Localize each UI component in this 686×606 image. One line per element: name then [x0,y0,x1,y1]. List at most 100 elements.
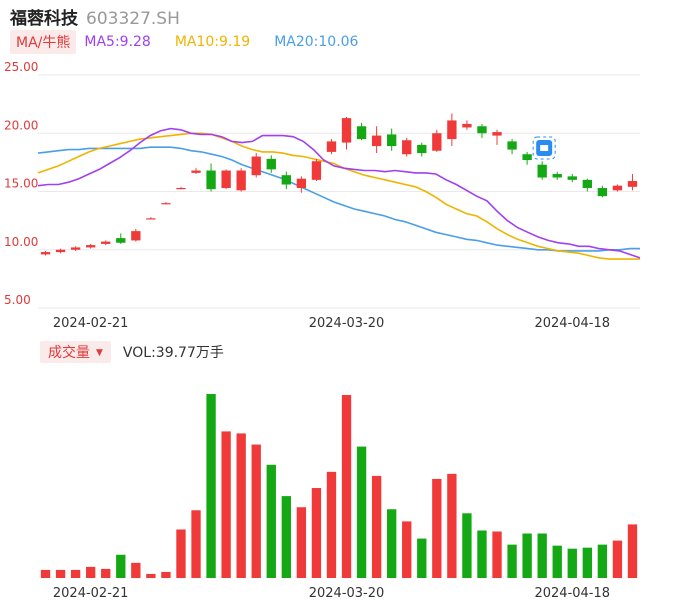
candle-body [492,132,502,136]
x-tick-label: 2024-02-21 [53,586,129,601]
candle-body [627,181,638,187]
kline-y-axis: 25.00 20.00 15.00 10.00 5.00 [4,60,38,307]
volume-bar [176,529,186,578]
volume-bar [477,530,487,578]
volume-bar [296,507,307,578]
candle-body [266,158,276,170]
candle-body [447,120,457,140]
x-tick-label: 2024-04-18 [534,586,610,601]
candle-body [191,170,201,173]
volume-bar [191,510,201,578]
volume-bar [567,548,577,578]
y-tick-label: 15.00 [4,177,38,191]
volume-bar [131,562,141,578]
candle-body [86,245,96,248]
candle-body [221,170,231,189]
candle-body [161,203,171,205]
volume-x-axis: 2024-02-21 2024-03-20 2024-04-18 [53,586,610,601]
candle-body [55,249,66,253]
candle-body [507,141,517,150]
volume-bar [326,471,337,578]
volume-bar [55,569,66,578]
candle-body [417,144,427,154]
event-marker-icon[interactable] [532,136,556,160]
volume-bar [537,533,547,578]
candle-body [582,179,592,189]
volume-bar [206,394,216,578]
volume-bar [417,538,427,578]
ma20-line [37,146,640,252]
volume-bar [356,446,367,578]
volume-bar [371,475,382,578]
volume-bar [251,444,261,578]
volume-bar [492,531,502,578]
y-tick-label: 20.00 [4,118,38,132]
candle-body [326,141,337,152]
volume-bar [221,431,231,578]
volume-bar [311,488,322,578]
candle-body [206,170,216,190]
candle-body [101,241,111,244]
y-tick-label: 25.00 [4,60,38,74]
kline-grid [38,74,640,309]
candle-body [402,140,412,155]
candle-body [567,176,577,180]
volume-bar [341,395,352,578]
candle-body [116,238,126,243]
candle-body [371,135,382,147]
candle-body [537,164,547,178]
candle-body [176,188,186,190]
volume-bar [86,566,96,578]
volume-bar [70,569,81,578]
candle-body [251,156,261,176]
candle-body [552,174,562,178]
volume-bar [447,473,457,578]
candle-body [40,252,51,255]
candle-body [236,170,246,191]
x-tick-label: 2024-02-21 [53,316,129,331]
candle-body [281,175,291,185]
candle-body [462,123,472,128]
volume-bar [387,509,397,578]
candle-body [341,118,352,143]
x-tick-label: 2024-03-20 [309,586,385,601]
volume-bar [161,571,171,578]
volume-bar [146,573,156,578]
volume-bar [116,554,126,578]
volume-bar [597,544,608,578]
kline-x-axis: 2024-02-21 2024-03-20 2024-04-18 [53,316,610,331]
volume-bar [522,533,532,578]
volume-bar [281,496,291,578]
volume-bar [432,478,442,578]
candle-body [612,185,623,191]
volume-bar [40,569,51,578]
kline-volume-chart[interactable]: 25.0020.0015.0010.005.00 2024-02-21 2024-… [0,0,686,606]
candle-body [387,134,397,147]
candle-body [311,161,322,180]
marker-glyph [540,145,549,151]
volume-bar [582,547,592,578]
candle-body [70,247,81,250]
volume-bar [627,524,638,578]
candle-body [432,133,442,151]
candle-body [356,126,367,140]
volume-bar [612,540,623,578]
volume-bar [507,544,517,578]
y-tick-label: 5.00 [4,293,31,307]
candle-body [477,126,487,134]
volume-bar [236,433,246,578]
candle-body [146,218,156,220]
volume-bar [462,513,472,578]
candlesticks [40,113,638,256]
volume-bars [40,394,638,578]
x-tick-label: 2024-03-20 [309,316,385,331]
candle-body [522,154,532,161]
volume-bar [552,545,562,578]
candle-body [597,188,608,197]
x-tick-label: 2024-04-18 [534,316,610,331]
volume-bar [101,568,111,578]
volume-bar [266,464,276,578]
candle-body [131,231,141,241]
candle-body [296,178,307,189]
y-tick-label: 10.00 [4,235,38,249]
